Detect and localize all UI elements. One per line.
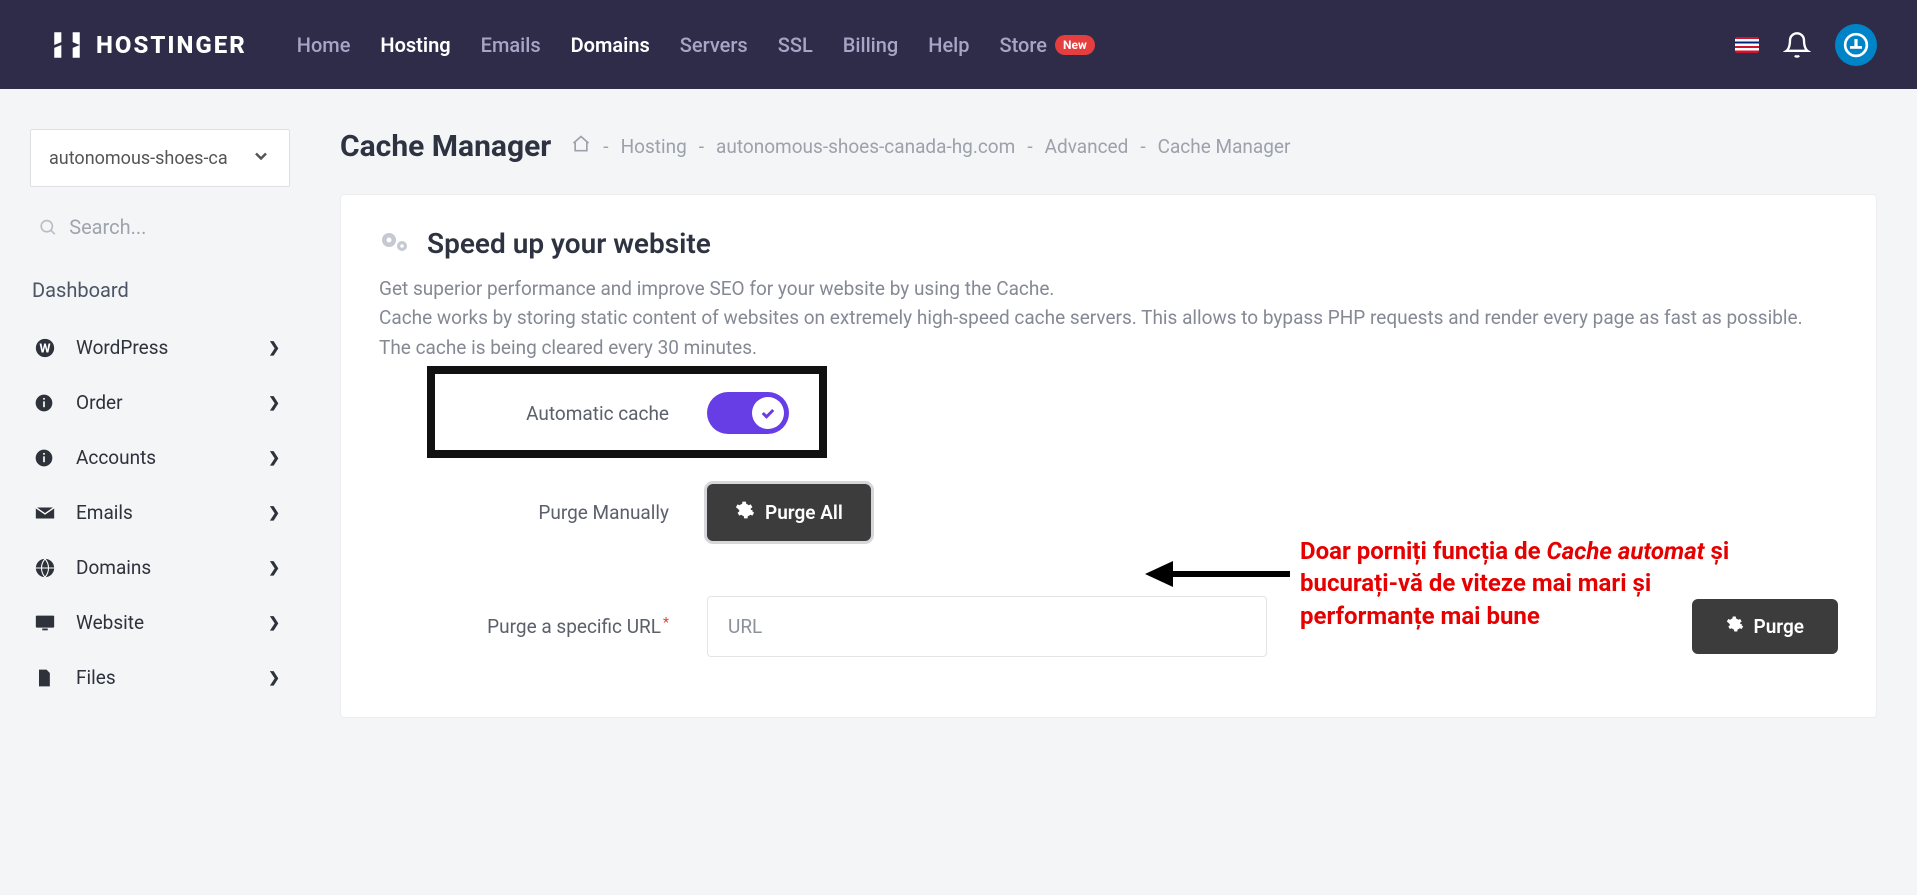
- info-icon: [34, 393, 64, 413]
- file-icon: [34, 667, 64, 689]
- chevron-right-icon: ❯: [268, 450, 280, 466]
- purge-all-button[interactable]: Purge All: [707, 484, 871, 541]
- brand-logo[interactable]: HOSTINGER: [50, 28, 247, 62]
- home-icon[interactable]: [571, 134, 591, 159]
- breadcrumb: - Hosting - autonomous-shoes-canada-hg.c…: [571, 134, 1290, 159]
- purge-url-input[interactable]: [707, 596, 1267, 657]
- row-purge-manually: Purge Manually Purge All: [379, 484, 1838, 541]
- sidebar-item-wordpress[interactable]: W WordPress ❯: [30, 320, 290, 375]
- row-purge-url: Purge a specific URL* Purge: [379, 596, 1838, 657]
- envelope-icon: [34, 502, 64, 524]
- cache-card: Speed up your website Get superior perfo…: [340, 194, 1877, 718]
- card-heading: Speed up your website: [379, 227, 1838, 260]
- automatic-cache-toggle[interactable]: [707, 392, 789, 434]
- nav-home[interactable]: Home: [297, 33, 351, 57]
- purge-all-label: Purge All: [765, 501, 843, 524]
- page-title: Cache Manager: [340, 129, 551, 164]
- nav-domains[interactable]: Domains: [571, 33, 650, 57]
- domain-selector-value: autonomous-shoes-ca: [49, 148, 228, 169]
- search-input[interactable]: [69, 215, 282, 239]
- nav-right: [1735, 24, 1877, 66]
- breadcrumb-item[interactable]: Cache Manager: [1158, 135, 1291, 158]
- gear-icon: [735, 500, 755, 525]
- row-label-url: Purge a specific URL*: [379, 615, 679, 638]
- breadcrumb-item[interactable]: autonomous-shoes-canada-hg.com: [716, 135, 1015, 158]
- wordpress-icon: W: [34, 337, 64, 359]
- nav-help[interactable]: Help: [928, 33, 969, 57]
- hostinger-logo-icon: [50, 28, 84, 62]
- sidebar-item-label: Domains: [76, 556, 268, 579]
- sidebar-item-label: WordPress: [76, 336, 268, 359]
- row-automatic-cache: Automatic cache: [379, 392, 1838, 434]
- gear-icon: [1726, 615, 1744, 638]
- brand-name: HOSTINGER: [96, 31, 247, 59]
- svg-text:W: W: [39, 341, 51, 356]
- card-description: Get superior performance and improve SEO…: [379, 274, 1838, 362]
- main-header: Cache Manager - Hosting - autonomous-sho…: [340, 129, 1877, 164]
- new-badge: New: [1055, 35, 1095, 55]
- chevron-right-icon: ❯: [268, 560, 280, 576]
- monitor-icon: [34, 612, 64, 634]
- breadcrumb-item[interactable]: Advanced: [1045, 135, 1129, 158]
- required-asterisk: *: [663, 615, 669, 631]
- card-title: Speed up your website: [427, 227, 711, 260]
- sidebar-item-label: Emails: [76, 501, 268, 524]
- nav-items: Home Hosting Emails Domains Servers SSL …: [297, 33, 1095, 57]
- chevron-right-icon: ❯: [268, 670, 280, 686]
- sidebar-item-emails[interactable]: Emails ❯: [30, 485, 290, 540]
- domain-selector[interactable]: autonomous-shoes-ca: [30, 129, 290, 187]
- toggle-knob-check-icon: [752, 397, 784, 429]
- purge-button[interactable]: Purge: [1692, 599, 1839, 654]
- top-nav: HOSTINGER Home Hosting Emails Domains Se…: [0, 0, 1917, 89]
- page-body: autonomous-shoes-ca Dashboard W WordPres…: [0, 89, 1917, 718]
- chevron-down-icon: [251, 146, 271, 170]
- chevron-right-icon: ❯: [268, 340, 280, 356]
- info-icon: [34, 448, 64, 468]
- chevron-right-icon: ❯: [268, 615, 280, 631]
- nav-hosting[interactable]: Hosting: [380, 33, 450, 57]
- chevron-right-icon: ❯: [268, 505, 280, 521]
- nav-billing[interactable]: Billing: [843, 33, 899, 57]
- nav-emails[interactable]: Emails: [481, 33, 541, 57]
- sidebar-item-order[interactable]: Order ❯: [30, 375, 290, 430]
- row-label-auto: Automatic cache: [379, 402, 679, 425]
- user-avatar[interactable]: [1835, 24, 1877, 66]
- sidebar-item-label: Order: [76, 391, 268, 414]
- sidebar-item-files[interactable]: Files ❯: [30, 650, 290, 705]
- nav-ssl[interactable]: SSL: [778, 33, 813, 57]
- purge-label: Purge: [1754, 615, 1805, 638]
- breadcrumb-item[interactable]: Hosting: [621, 135, 687, 158]
- sidebar-search[interactable]: [30, 215, 290, 258]
- language-flag-uk-icon[interactable]: [1735, 37, 1759, 53]
- sidebar-item-label: Accounts: [76, 446, 268, 469]
- main-content: Cache Manager - Hosting - autonomous-sho…: [310, 129, 1917, 718]
- sidebar-item-label: Files: [76, 666, 268, 689]
- sidebar-item-label: Website: [76, 611, 268, 634]
- nav-store-label: Store: [1000, 33, 1047, 57]
- nav-store[interactable]: Store New: [1000, 33, 1095, 57]
- notifications-bell-icon[interactable]: [1783, 31, 1811, 59]
- sidebar: autonomous-shoes-ca Dashboard W WordPres…: [0, 129, 310, 718]
- gears-icon: [379, 228, 411, 260]
- chevron-right-icon: ❯: [268, 395, 280, 411]
- sidebar-item-domains[interactable]: Domains ❯: [30, 540, 290, 595]
- row-label-purge: Purge Manually: [379, 501, 679, 524]
- sidebar-item-accounts[interactable]: Accounts ❯: [30, 430, 290, 485]
- nav-servers[interactable]: Servers: [680, 33, 748, 57]
- globe-icon: [34, 557, 64, 579]
- sidebar-section-label: Dashboard: [30, 278, 290, 302]
- sidebar-item-website[interactable]: Website ❯: [30, 595, 290, 650]
